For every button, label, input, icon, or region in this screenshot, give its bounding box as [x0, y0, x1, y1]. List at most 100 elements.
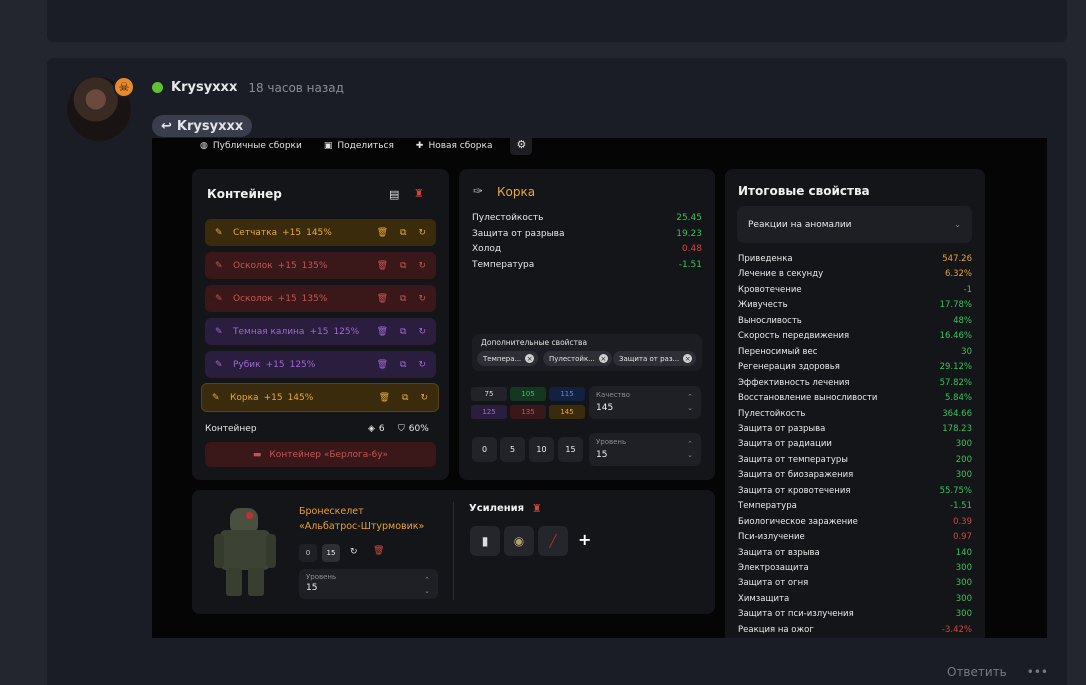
add-boost-button[interactable]: + — [578, 530, 591, 549]
reply-to-chip[interactable]: ↩ Krysyxxx — [152, 115, 253, 137]
property-value: 300 — [955, 439, 972, 450]
clear-icon[interactable]: ♜ — [414, 187, 424, 200]
property-chip[interactable]: Защита от раз... × — [613, 351, 697, 366]
trash-icon[interactable]: 🗑 — [373, 546, 384, 556]
divider — [453, 502, 454, 600]
slot-level: +15 — [282, 227, 302, 238]
container-slot[interactable]: ✎ Осколок +15 135% 🗑 ⧉ ↻ — [205, 285, 436, 312]
trash-icon[interactable]: 🗑 — [377, 294, 388, 304]
level-button[interactable]: 0 — [472, 437, 497, 462]
slot-name: Корка — [230, 392, 259, 403]
armor-level-0-button[interactable]: 0 — [299, 544, 317, 562]
boost-slot-syringe[interactable]: ▮ — [470, 526, 500, 556]
document-icon[interactable]: ▤ — [389, 188, 399, 201]
refresh-icon[interactable]: ↻ — [418, 360, 426, 370]
quality-cell[interactable]: 125 — [471, 405, 507, 419]
level-button[interactable]: 10 — [529, 437, 554, 462]
slot-name: Осколок — [233, 260, 273, 271]
artifact-icon: ✎ — [212, 392, 220, 403]
artifact-stat-row: Температура -1.51 — [472, 260, 702, 270]
category-dropdown[interactable]: Реакции на аномалии ⌄ — [737, 206, 972, 243]
copy-icon[interactable]: ⧉ — [400, 228, 406, 238]
can-icon: ◉ — [513, 534, 525, 548]
container-slot[interactable]: ✎ Корка +15 145% 🗑 ⧉ ↻ — [201, 383, 439, 412]
stepper-arrows-icon[interactable]: ⌃ ⌄ — [687, 392, 693, 414]
chevron-down-icon: ⌄ — [954, 220, 961, 229]
trash-icon[interactable]: 🗑 — [377, 261, 388, 271]
stick-icon: ╱ — [549, 534, 557, 548]
quality-label: Качество — [596, 391, 631, 399]
artifact-stat-row: Холод 0.48 — [472, 244, 702, 254]
property-chip[interactable]: Пулестойк... × — [543, 351, 612, 366]
quality-cell[interactable]: 105 — [510, 387, 546, 401]
clear-boosts-icon[interactable]: ♜ — [532, 502, 542, 515]
trash-icon[interactable]: 🗑 — [377, 228, 388, 238]
stat-name: Защита от разрыва — [472, 228, 565, 239]
protection-value: ⛉ 60% — [398, 424, 429, 434]
property-value: -1 — [963, 284, 972, 295]
container-select[interactable]: ▬ Контейнер «Берлога-6у» — [205, 442, 436, 467]
refresh-icon[interactable]: ↻ — [418, 228, 426, 238]
quality-cell[interactable]: 145 — [549, 405, 585, 419]
property-row: Защита от температуры 200 — [738, 455, 972, 465]
slot-name: Темная калина — [233, 326, 305, 337]
copy-icon[interactable]: ⧉ — [400, 327, 406, 337]
property-value: 300 — [955, 593, 972, 604]
quality-cell[interactable]: 75 — [471, 387, 507, 401]
public-builds-link[interactable]: ◍ Публичные сборки — [200, 141, 302, 151]
level-stepper[interactable]: Уровень 15 ⌃ ⌄ — [589, 433, 701, 466]
property-chip[interactable]: Темпера... × — [477, 351, 539, 366]
globe-icon: ◍ — [200, 141, 208, 151]
more-options-icon[interactable]: ••• — [1027, 665, 1048, 679]
artifact-stat-row: Пулестойкость 25.45 — [472, 213, 702, 223]
refresh-icon[interactable]: ↻ — [418, 327, 426, 337]
property-name: Лечение в секунду — [738, 269, 824, 280]
armor-level-stepper[interactable]: Уровень 15 ⌃ ⌄ — [299, 569, 438, 599]
level-button[interactable]: 15 — [558, 437, 583, 462]
builder-topbar: ◍ Публичные сборки ▣ Поделиться ✚ Новая сбо… — [200, 138, 533, 155]
copy-icon[interactable]: ⧉ — [400, 360, 406, 370]
property-row: Пулестойкость 364.66 — [738, 409, 972, 419]
slot-percent: 135% — [301, 260, 328, 271]
container-slot[interactable]: ✎ Осколок +15 135% 🗑 ⧉ ↻ — [205, 252, 436, 279]
reply-button[interactable]: Ответить — [947, 665, 1007, 679]
property-row: Выносливость 48% — [738, 316, 972, 326]
copy-icon[interactable]: ⧉ — [400, 261, 406, 271]
refresh-icon[interactable]: ↻ — [418, 294, 426, 304]
quality-cell[interactable]: 115 — [549, 387, 585, 401]
username[interactable]: Krysyxxx — [171, 80, 237, 95]
stepper-arrows-icon[interactable]: ⌃ ⌄ — [687, 439, 693, 461]
property-name: Приведенка — [738, 254, 793, 264]
quality-stepper[interactable]: Качество 145 ⌃ ⌄ — [589, 386, 701, 419]
refresh-icon[interactable]: ↻ — [350, 547, 358, 557]
container-slot[interactable]: ✎ Темная калина +15 125% 🗑 ⧉ ↻ — [205, 318, 436, 345]
armor-level-15-button[interactable]: 15 — [322, 544, 340, 562]
settings-button[interactable]: ⚙ — [510, 138, 533, 155]
refresh-icon[interactable]: ↻ — [418, 261, 426, 271]
share-link[interactable]: ▣ Поделиться — [324, 141, 394, 151]
copy-icon[interactable]: ⧉ — [400, 294, 406, 304]
quality-cell[interactable]: 135 — [510, 405, 546, 419]
boost-slot-stick[interactable]: ╱ — [538, 526, 568, 556]
property-row: Защита от радиации 300 — [738, 439, 972, 449]
level-button[interactable]: 5 — [500, 437, 525, 462]
container-panel: Контейнер ▤ ♜ ✎ Сетчатка +15 145% 🗑 ⧉ ↻ ✎ Осколо… — [192, 169, 449, 480]
new-build-link[interactable]: ✚ Новая сборка — [416, 141, 493, 151]
quality-value: 145 — [596, 403, 614, 413]
artifact-icon: ✑ — [473, 184, 484, 198]
refresh-icon[interactable]: ↻ — [420, 393, 428, 403]
remove-icon[interactable]: × — [598, 354, 608, 363]
trash-icon[interactable]: 🗑 — [377, 327, 388, 337]
boost-slot-food[interactable]: ◉ — [504, 526, 534, 556]
trash-icon[interactable]: 🗑 — [379, 393, 390, 403]
property-name: Защита от разрыва — [738, 423, 826, 434]
remove-icon[interactable]: × — [525, 354, 535, 363]
property-value: 300 — [955, 609, 972, 620]
remove-icon[interactable]: × — [683, 354, 693, 363]
container-slot[interactable]: ✎ Рубик +15 125% 🗑 ⧉ ↻ — [205, 351, 436, 378]
artifact-title: Корка — [497, 185, 536, 199]
stepper-arrows-icon[interactable]: ⌃ ⌄ — [424, 575, 430, 597]
container-slot[interactable]: ✎ Сетчатка +15 145% 🗑 ⧉ ↻ — [205, 219, 436, 246]
copy-icon[interactable]: ⧉ — [402, 393, 408, 403]
trash-icon[interactable]: 🗑 — [377, 360, 388, 370]
